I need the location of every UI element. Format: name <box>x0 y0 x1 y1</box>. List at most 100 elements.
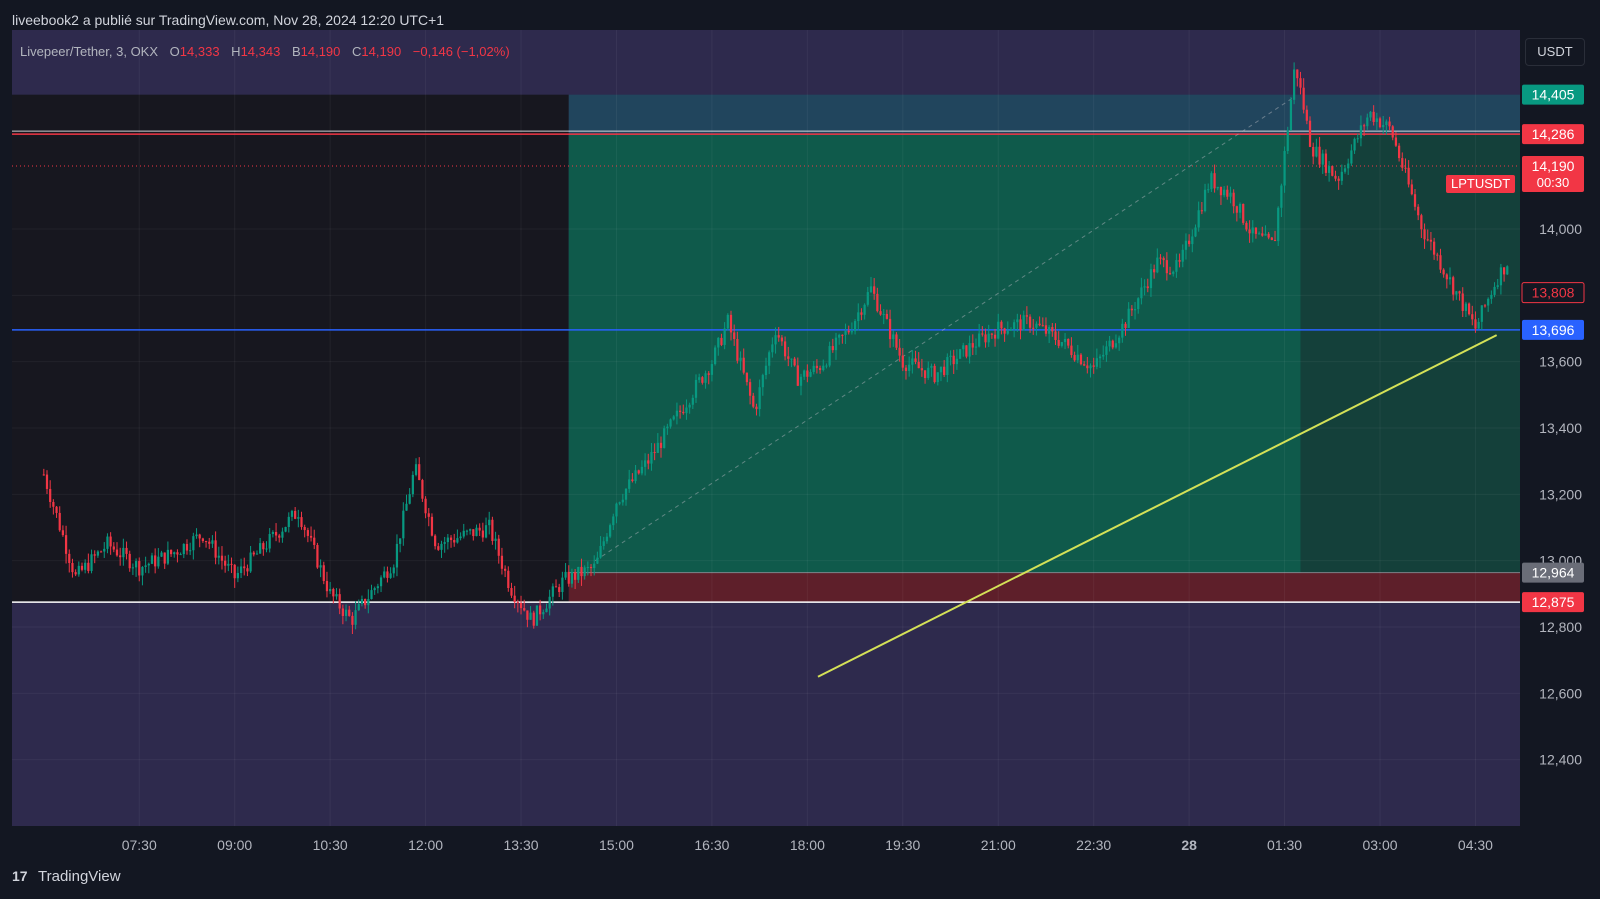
candle-body <box>793 358 796 366</box>
tradingview-logo-icon: 17 <box>12 868 28 884</box>
candle-body <box>1305 109 1308 121</box>
candle-body <box>768 352 771 366</box>
candle-body <box>1118 337 1121 344</box>
candle-body <box>71 562 74 573</box>
candle-body <box>147 563 150 566</box>
candle-body <box>271 531 274 535</box>
candle-body <box>1083 364 1086 366</box>
candle-body <box>462 530 465 537</box>
candle-body <box>542 612 545 615</box>
candle-body <box>1153 269 1156 273</box>
candle-body <box>1098 356 1102 359</box>
legend-low-label: B <box>291 44 301 59</box>
legend-open: 14,333 <box>179 44 220 59</box>
candle-body <box>1487 298 1490 306</box>
price-label: 13,696 <box>1532 322 1575 338</box>
candle-body <box>608 525 612 537</box>
candle-body <box>1429 239 1433 242</box>
candle-body <box>863 304 866 315</box>
candle-body <box>357 603 360 611</box>
candle-body <box>364 599 367 606</box>
candle-body <box>1417 206 1420 216</box>
candle-body <box>255 553 259 555</box>
candle-body <box>675 410 679 417</box>
candle-body <box>809 371 812 377</box>
x-tick-label: 15:00 <box>599 837 634 853</box>
candle-body <box>440 543 443 550</box>
candle-body <box>758 387 761 410</box>
chart-area[interactable]: 12,400 12,600 12,800 13,000 13,200 13,400 13,6… <box>0 0 1600 899</box>
candle-body <box>1086 365 1089 369</box>
candle-body <box>1308 120 1312 147</box>
candle-body <box>1245 222 1248 230</box>
candle-body <box>239 566 243 574</box>
candle-body <box>615 503 618 517</box>
candle-body <box>389 573 392 578</box>
candle-body <box>682 411 685 414</box>
candle-body <box>685 407 688 414</box>
candle-body <box>774 335 777 345</box>
candle-body <box>1302 87 1305 110</box>
candle-body <box>399 538 402 544</box>
candle-body <box>281 531 284 538</box>
candle-body <box>173 552 176 555</box>
candle-body <box>1105 346 1108 355</box>
candle-body <box>1178 260 1181 262</box>
candle-body <box>373 588 376 591</box>
candle-body <box>96 551 100 556</box>
candle-body <box>125 547 128 554</box>
candle-body <box>453 540 456 543</box>
price-chart[interactable]: 12,40012,60012,80013,00013,20013,40013,6… <box>0 0 1600 899</box>
candle-body <box>1121 323 1124 338</box>
candle-body <box>1213 173 1216 189</box>
candle-body <box>475 527 478 537</box>
profit-zone-after <box>1300 134 1520 573</box>
candle-body <box>952 355 955 365</box>
candle-body <box>771 344 774 353</box>
candle-body <box>955 358 958 365</box>
price-label: 14,286 <box>1532 126 1575 142</box>
candle-body <box>106 536 109 549</box>
candle-body <box>1331 166 1334 176</box>
candle-body <box>294 510 297 519</box>
candle-body <box>214 540 217 558</box>
candle-body <box>1051 327 1054 332</box>
candle-body <box>876 293 879 312</box>
candle-body <box>160 552 163 557</box>
candle-body <box>243 566 246 569</box>
candle-body <box>55 506 58 513</box>
candle-body <box>1143 286 1146 288</box>
candle-body <box>612 516 615 526</box>
candle-body <box>446 537 449 543</box>
candle-body <box>316 544 319 568</box>
candle-body <box>74 572 77 575</box>
candle-body <box>1175 260 1178 272</box>
candle-body <box>707 373 710 375</box>
candle-body <box>395 543 399 568</box>
candle-body <box>1168 273 1172 275</box>
currency-button[interactable]: USDT <box>1525 38 1585 66</box>
candle-body <box>1191 236 1194 245</box>
candle-body <box>52 501 55 507</box>
candle-body <box>1436 254 1439 256</box>
x-tick-label: 01:30 <box>1267 837 1302 853</box>
candle-body <box>1277 207 1280 242</box>
candle-body <box>551 586 554 597</box>
candle-body <box>1114 343 1118 348</box>
candle-body <box>1343 168 1347 172</box>
candle-body <box>418 464 421 481</box>
candle-body <box>1483 305 1487 307</box>
candle-body <box>392 567 395 574</box>
candle-body <box>246 568 249 572</box>
candle-body <box>761 375 764 388</box>
candle-body <box>1442 269 1445 275</box>
legend-open-label: O <box>169 44 180 59</box>
candle-body <box>904 367 908 371</box>
candle-body <box>449 537 453 541</box>
candle-body <box>857 312 860 322</box>
candle-body <box>554 586 558 588</box>
candle-body <box>1133 309 1137 311</box>
candle-body <box>1223 189 1226 196</box>
candle-body <box>885 313 889 319</box>
candle-body <box>303 527 306 531</box>
